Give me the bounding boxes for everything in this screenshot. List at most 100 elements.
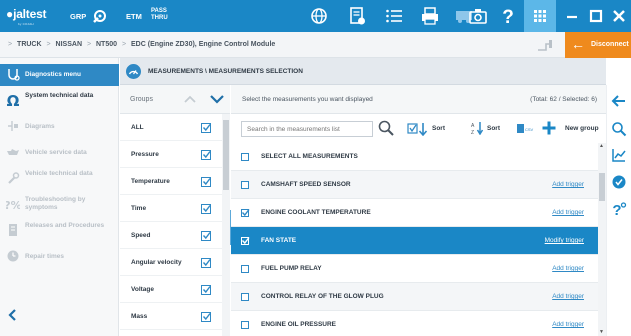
add-trigger-link[interactable]: Add trigger	[552, 181, 584, 188]
group-checkbox[interactable]	[201, 258, 211, 268]
group-checkbox[interactable]	[201, 177, 211, 187]
close-icon[interactable]	[609, 6, 629, 26]
collapse-sidebar-icon[interactable]	[6, 308, 20, 322]
select-all-checkbox[interactable]	[241, 153, 249, 161]
csv-export-icon[interactable]: CSV	[515, 122, 537, 134]
measurement-checkbox[interactable]	[241, 293, 249, 301]
gauge-icon	[126, 64, 141, 79]
sort-az-label[interactable]: Sort	[487, 125, 500, 132]
group-row[interactable]: Pressure	[120, 141, 222, 168]
wrench-icon	[8, 172, 20, 184]
search-input[interactable]	[241, 121, 373, 137]
group-row[interactable]: Voltage	[120, 276, 222, 303]
sort-checked-label[interactable]: Sort	[432, 125, 445, 132]
help-icon[interactable]: ?	[498, 6, 518, 26]
measurement-checkbox[interactable]	[241, 321, 249, 329]
breadcrumb-item-nissan[interactable]: NISSAN	[56, 41, 82, 48]
grid-icon	[534, 10, 546, 22]
maximize-icon[interactable]	[586, 6, 606, 26]
sidebar-item-releases-procedures[interactable]: Releases and Procedures	[0, 220, 119, 242]
group-checkbox[interactable]	[201, 312, 211, 322]
measurement-name: FAN STATE	[261, 237, 297, 244]
select-all-row[interactable]: SELECT ALL MEASUREMENTS	[231, 143, 598, 171]
measurement-name: SELECT ALL MEASUREMENTS	[261, 153, 358, 160]
sidebar-item-diagrams[interactable]: Diagrams	[0, 116, 119, 138]
jaltest-logo: ●jaltest by COJALI	[6, 7, 47, 26]
minimize-icon[interactable]	[562, 6, 582, 26]
search-doc-icon[interactable]	[611, 121, 627, 137]
connection-plug-icon	[538, 40, 552, 51]
group-row[interactable]: ALL	[120, 114, 222, 141]
chart-icon[interactable]	[611, 147, 627, 163]
measurement-row[interactable]: ENGINE OIL PRESSURE Add trigger	[231, 311, 598, 336]
modify-trigger-link[interactable]: Modify trigger	[545, 237, 584, 244]
question-wrench-icon[interactable]: ?	[611, 201, 627, 217]
sidebar-item-system-technical-data[interactable]: Ω System technical data	[0, 90, 119, 112]
sort-az-icon[interactable]: A Z	[471, 121, 485, 135]
measurement-row[interactable]: ENGINE COOLANT TEMPERATURE Add trigger	[231, 199, 598, 227]
group-row[interactable]: Mass	[120, 303, 222, 330]
group-checkbox[interactable]	[201, 123, 211, 133]
back-arrow-icon[interactable]	[611, 93, 627, 109]
group-label: Temperature	[131, 178, 170, 185]
group-row[interactable]: Temperature	[120, 168, 222, 195]
group-checkbox[interactable]	[201, 231, 211, 241]
measurements-toolbar: Sort A Z Sort CSV New group	[231, 114, 606, 143]
sidebar-item-repair-times[interactable]: Repair times	[0, 246, 119, 268]
wrench-gear-icon[interactable]	[90, 6, 110, 26]
sidebar-item-vehicle-technical-data[interactable]: Vehicle technical data	[0, 168, 119, 190]
chevron-down-icon[interactable]	[210, 94, 224, 104]
oil-can-icon	[7, 149, 19, 155]
measurement-checkbox[interactable]	[241, 237, 250, 245]
group-label: Voltage	[131, 286, 154, 293]
add-trigger-link[interactable]: Add trigger	[552, 265, 584, 272]
add-trigger-link[interactable]: Add trigger	[552, 209, 584, 216]
group-checkbox[interactable]	[201, 204, 211, 214]
group-checkbox[interactable]	[201, 150, 211, 160]
measurement-checkbox[interactable]	[241, 265, 249, 273]
check-circle-icon[interactable]	[611, 174, 627, 190]
diagram-icon	[8, 121, 18, 131]
group-row[interactable]: Time	[120, 195, 222, 222]
measurement-row[interactable]: FAN STATE Modify trigger	[231, 227, 598, 255]
grp-label[interactable]: GRP	[70, 12, 86, 21]
group-label: Angular velocity	[131, 259, 182, 266]
list-icon[interactable]	[384, 6, 404, 26]
back-arrow-icon: ←	[571, 36, 585, 52]
sidebar-item-troubleshooting[interactable]: ?% Troubleshooting by symptoms	[0, 194, 119, 216]
group-label: Pressure	[131, 151, 159, 158]
breadcrumb-item-truck[interactable]: TRUCK	[17, 41, 42, 48]
measurement-checkbox[interactable]	[241, 181, 249, 189]
group-checkbox[interactable]	[201, 285, 211, 295]
group-row[interactable]: Angular velocity	[120, 249, 222, 276]
measurement-row[interactable]: FUEL PUMP RELAY Add trigger	[231, 255, 598, 283]
camera-icon[interactable]	[468, 6, 488, 26]
add-icon[interactable]	[541, 120, 557, 136]
omega-icon: Ω	[7, 93, 20, 107]
chevron-up-icon[interactable]	[184, 94, 196, 104]
sidebar-item-vehicle-service-data[interactable]: Vehicle service data	[0, 142, 119, 164]
add-trigger-link[interactable]: Add trigger	[552, 293, 584, 300]
sort-checked-icon[interactable]	[407, 122, 429, 136]
document-check-icon[interactable]	[347, 6, 367, 26]
measurement-checkbox[interactable]	[241, 209, 250, 217]
etm-label[interactable]: ETM	[126, 12, 142, 21]
svg-text:Ω: Ω	[7, 93, 20, 107]
globe-icon[interactable]	[309, 6, 329, 26]
repair-times-icon	[7, 250, 19, 262]
groups-scrollbar[interactable]	[222, 114, 230, 336]
printer-icon[interactable]	[420, 6, 440, 26]
new-group-button[interactable]: New group	[565, 125, 599, 132]
add-trigger-link[interactable]: Add trigger	[552, 321, 584, 328]
sidebar-item-diagnostics-menu[interactable]: Diagnostics menu	[0, 64, 119, 86]
disconnect-button[interactable]: ← Disconnect	[565, 32, 631, 58]
pass-thru-label[interactable]: PASS THRU	[151, 8, 168, 22]
search-icon[interactable]	[378, 120, 394, 136]
apps-grid-button[interactable]	[524, 0, 556, 32]
breadcrumb-item-nt500[interactable]: NT500	[96, 41, 117, 48]
group-row[interactable]: Speed	[120, 222, 222, 249]
measurement-row[interactable]: CONTROL RELAY OF THE GLOW PLUG Add trigge…	[231, 283, 598, 311]
procedures-icon	[9, 224, 17, 236]
measurements-scrollbar[interactable]: ▲ ▼	[598, 143, 606, 336]
measurement-row[interactable]: CAMSHAFT SPEED SENSOR Add trigger	[231, 171, 598, 199]
